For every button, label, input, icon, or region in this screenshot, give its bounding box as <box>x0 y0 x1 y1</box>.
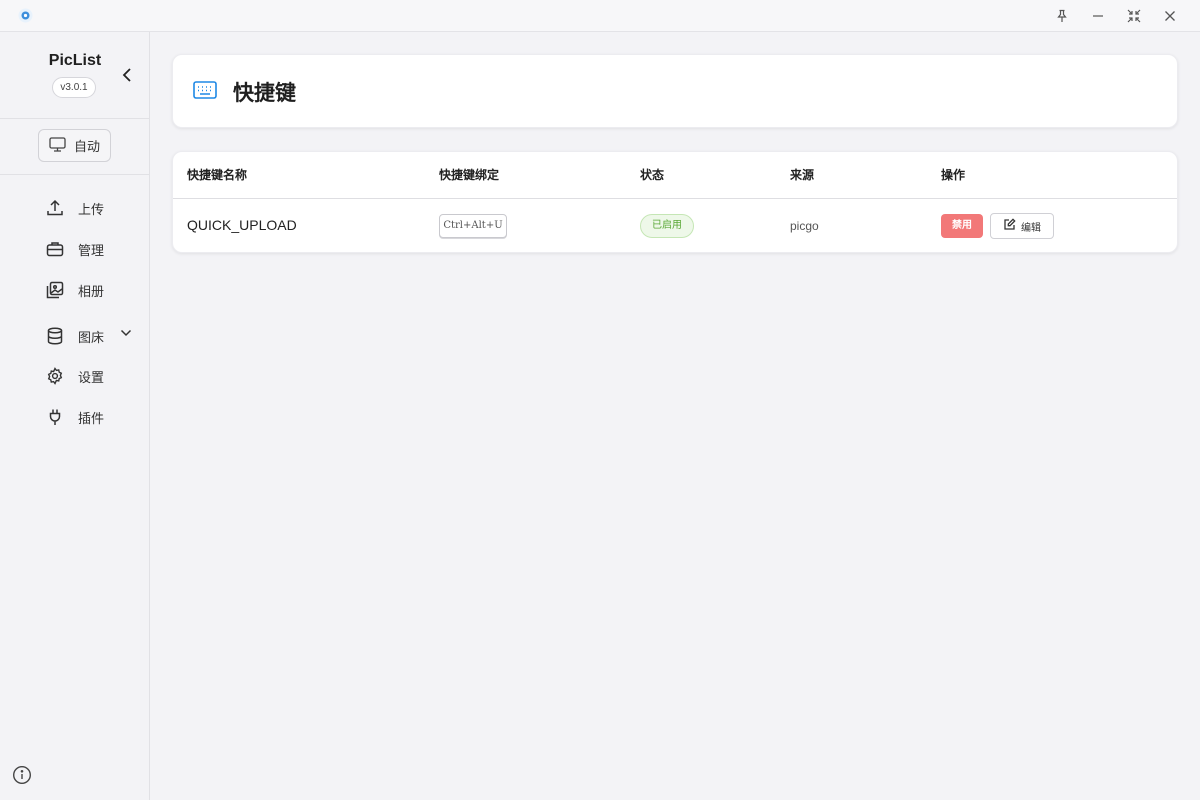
sidebar-item-plugins[interactable]: 插件 <box>46 405 142 429</box>
collapse-sidebar-button[interactable] <box>118 66 136 84</box>
divider <box>0 174 149 175</box>
sidebar: PicList v3.0.1 自动 上传 管理 相册 图床 设置 插件 <box>0 32 150 800</box>
disable-button[interactable]: 禁用 <box>941 214 983 238</box>
shortcut-table: 快捷键名称 快捷键绑定 状态 来源 操作 QUICK_UPLOAD Ctrl+A… <box>172 151 1178 253</box>
sidebar-item-manage[interactable]: 管理 <box>46 237 142 261</box>
sidebar-item-label: 上传 <box>78 201 105 217</box>
version-badge: v3.0.1 <box>52 77 96 98</box>
shortcut-name: QUICK_UPLOAD <box>187 217 297 233</box>
database-icon <box>46 326 68 346</box>
restore-icon[interactable] <box>1118 4 1150 28</box>
title-bar <box>0 0 1200 32</box>
sidebar-item-label: 图床 <box>78 329 105 345</box>
sidebar-item-picbed[interactable]: 图床 <box>46 324 142 348</box>
divider <box>0 118 149 119</box>
gallery-icon <box>46 280 68 300</box>
briefcase-icon <box>46 239 68 259</box>
minimize-icon[interactable] <box>1082 4 1114 28</box>
pin-icon[interactable] <box>1046 4 1078 28</box>
upload-icon <box>46 198 68 218</box>
gear-icon <box>46 366 68 386</box>
sidebar-item-label: 相册 <box>78 283 105 299</box>
edit-label: 编辑 <box>1021 222 1041 234</box>
sidebar-item-label: 设置 <box>78 369 105 385</box>
sidebar-item-label: 管理 <box>78 242 105 258</box>
page-title: 快捷键 <box>233 82 296 105</box>
sidebar-item-gallery[interactable]: 相册 <box>46 278 142 302</box>
info-icon[interactable] <box>12 765 32 785</box>
sidebar-item-settings[interactable]: 设置 <box>46 364 142 388</box>
shortcut-source: picgo <box>790 219 819 233</box>
status-badge: 已启用 <box>640 214 694 238</box>
page-header: 快捷键 <box>172 54 1178 128</box>
keyboard-icon <box>193 80 217 105</box>
chevron-left-icon <box>122 68 131 82</box>
column-header-name: 快捷键名称 <box>187 168 248 182</box>
theme-toggle-button[interactable]: 自动 <box>38 129 111 162</box>
chevron-down-icon[interactable] <box>120 327 132 342</box>
sidebar-item-upload[interactable]: 上传 <box>46 196 142 220</box>
app-icon <box>18 8 33 23</box>
shortcut-binding-key: Ctrl+Alt+U <box>439 214 507 238</box>
theme-label: 自动 <box>73 139 100 154</box>
monitor-icon <box>49 136 66 155</box>
column-header-actions: 操作 <box>941 168 966 182</box>
header-divider <box>173 198 1177 199</box>
sidebar-item-label: 插件 <box>78 410 105 426</box>
edit-icon <box>1003 218 1016 234</box>
column-header-status: 状态 <box>640 168 665 182</box>
column-header-binding: 快捷键绑定 <box>439 168 500 182</box>
edit-button[interactable]: 编辑 <box>990 213 1054 239</box>
column-header-source: 来源 <box>790 168 815 182</box>
close-icon[interactable] <box>1154 4 1186 28</box>
plug-icon <box>46 407 68 427</box>
